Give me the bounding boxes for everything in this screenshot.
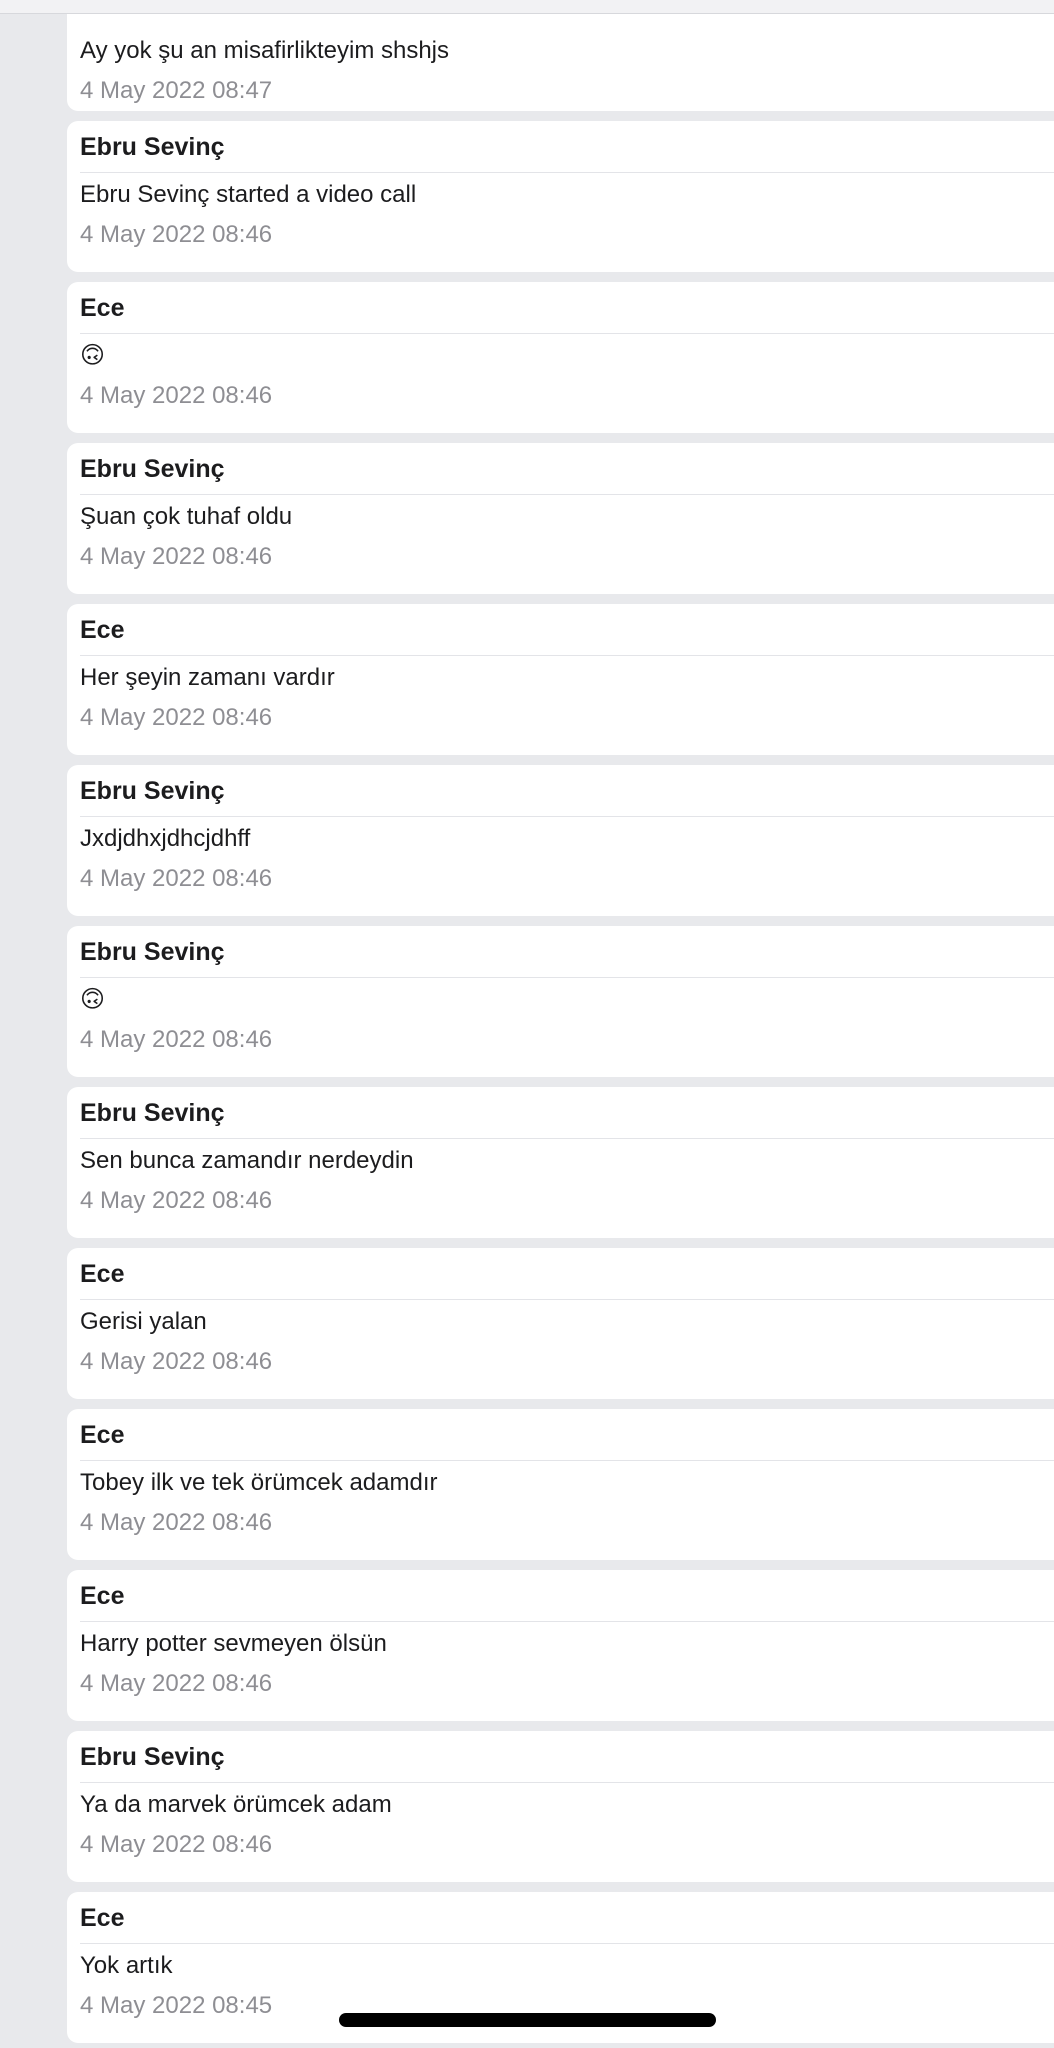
sender-name: Ece: [80, 1904, 125, 1932]
message-text: Ebru Sevinç started a video call: [80, 181, 417, 208]
sender-name: Ece: [80, 1421, 125, 1449]
message-timestamp: 4 May 2022 08:46: [80, 221, 273, 248]
sender-name: Ece: [80, 294, 125, 322]
divider: [80, 655, 1054, 656]
divider: [80, 977, 1054, 978]
message-card[interactable]: Ay yok şu an misafirlikteyim shshjs 4 Ma…: [67, 14, 1054, 111]
message-text: Harry potter sevmeyen ölsün: [80, 1630, 387, 1657]
message-text: Yok artık: [80, 1952, 173, 1979]
message-text: Ay yok şu an misafirlikteyim shshjs: [80, 37, 449, 64]
divider: [80, 1299, 1054, 1300]
message-card[interactable]: Ece Gerisi yalan 4 May 2022 08:46: [67, 1248, 1054, 1399]
sender-name: Ece: [80, 1260, 125, 1288]
message-timestamp: 4 May 2022 08:46: [80, 704, 273, 731]
message-text: Ya da marvek örümcek adam: [80, 1791, 392, 1818]
message-card[interactable]: Ece Tobey ilk ve tek örümcek adamdır 4 M…: [67, 1409, 1054, 1560]
message-timestamp: 4 May 2022 08:45: [80, 1992, 273, 2019]
message-text: Gerisi yalan: [80, 1308, 207, 1335]
message-text: Tobey ilk ve tek örümcek adamdır: [80, 1469, 438, 1496]
message-text: Jxdjdhxjdhcjdhff: [80, 825, 251, 852]
message-timestamp: 4 May 2022 08:46: [80, 1348, 273, 1375]
divider: [80, 1782, 1054, 1783]
divider: [80, 333, 1054, 334]
message-card[interactable]: Ebru Sevinç Ya da marvek örümcek adam 4 …: [67, 1731, 1054, 1882]
sender-name: Ece: [80, 1582, 125, 1610]
divider: [80, 494, 1054, 495]
sender-name: Ebru Sevinç: [80, 133, 225, 161]
upside-down-face-emoji: 🙃: [80, 986, 106, 1013]
message-timestamp: 4 May 2022 08:46: [80, 1187, 273, 1214]
sender-name: Ebru Sevinç: [80, 455, 225, 483]
top-bar: [0, 0, 1054, 14]
message-text: Sen bunca zamandır nerdeydin: [80, 1147, 414, 1174]
sender-name: Ebru Sevinç: [80, 1099, 225, 1127]
message-timestamp: 4 May 2022 08:46: [80, 865, 273, 892]
message-timestamp: 4 May 2022 08:46: [80, 1670, 273, 1697]
message-card[interactable]: Ebru Sevinç Şuan çok tuhaf oldu 4 May 20…: [67, 443, 1054, 594]
message-timestamp: 4 May 2022 08:46: [80, 382, 273, 409]
divider: [80, 1943, 1054, 1944]
message-card[interactable]: Ece Harry potter sevmeyen ölsün 4 May 20…: [67, 1570, 1054, 1721]
message-timestamp: 4 May 2022 08:46: [80, 543, 273, 570]
divider: [80, 1460, 1054, 1461]
message-card[interactable]: Ebru Sevinç Sen bunca zamandır nerdeydin…: [67, 1087, 1054, 1238]
divider: [80, 172, 1054, 173]
sender-name: Ebru Sevinç: [80, 938, 225, 966]
home-indicator[interactable]: [339, 2013, 716, 2027]
upside-down-face-emoji: 🙃: [80, 342, 106, 369]
message-card[interactable]: Ece 🙃 4 May 2022 08:46: [67, 282, 1054, 433]
message-card[interactable]: Ebru Sevinç Ebru Sevinç started a video …: [67, 121, 1054, 272]
message-timestamp: 4 May 2022 08:46: [80, 1509, 273, 1536]
message-timestamp: 4 May 2022 08:46: [80, 1026, 273, 1053]
sender-name: Ebru Sevinç: [80, 777, 225, 805]
divider: [80, 1138, 1054, 1139]
message-timestamp: 4 May 2022 08:46: [80, 1831, 273, 1858]
divider: [80, 816, 1054, 817]
divider: [80, 1621, 1054, 1622]
message-card[interactable]: Ebru Sevinç 🙃 4 May 2022 08:46: [67, 926, 1054, 1077]
message-card[interactable]: Ece Her şeyin zamanı vardır 4 May 2022 0…: [67, 604, 1054, 755]
sender-name: Ebru Sevinç: [80, 1743, 225, 1771]
message-text: Şuan çok tuhaf oldu: [80, 503, 293, 530]
message-text: Her şeyin zamanı vardır: [80, 664, 335, 691]
sender-name: Ece: [80, 616, 125, 644]
message-timestamp: 4 May 2022 08:47: [80, 77, 273, 104]
message-card[interactable]: Ebru Sevinç Jxdjdhxjdhcjdhff 4 May 2022 …: [67, 765, 1054, 916]
